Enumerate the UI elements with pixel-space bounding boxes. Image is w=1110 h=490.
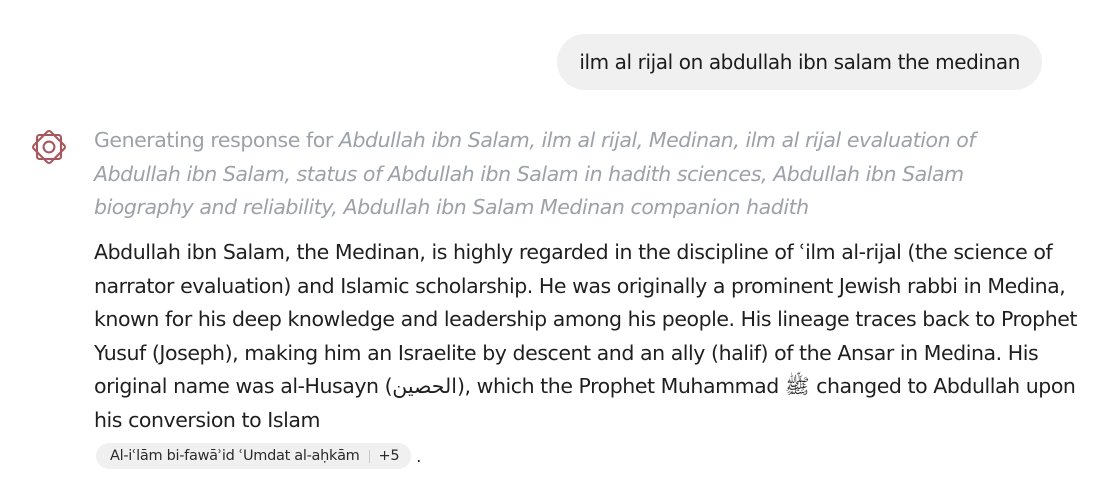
user-message-bubble: ilm al rijal on abdullah ibn salam the m…: [557, 34, 1042, 90]
generating-status: Generating response for Abdullah ibn Sal…: [94, 124, 1034, 225]
citation-divider: [368, 449, 370, 463]
citation-pill[interactable]: Al-iʿlām bi-fawāʾid ʿUmdat al-aḥkām +5: [96, 443, 412, 469]
citation-row: Al-iʿlām bi-fawāʾid ʿUmdat al-aḥkām +5 .: [96, 443, 421, 469]
citation-more-count: +5: [378, 448, 400, 464]
status-prefix: Generating response for: [94, 128, 339, 152]
rosette-logo-icon: [32, 130, 66, 164]
trailing-period: .: [416, 446, 422, 466]
assistant-answer: Abdullah ibn Salam, the Medinan, is high…: [94, 240, 1078, 432]
chat-page: ilm al rijal on abdullah ibn salam the m…: [0, 0, 1110, 490]
citation-source: Al-iʿlām bi-fawāʾid ʿUmdat al-aḥkām: [110, 448, 360, 464]
user-message-text: ilm al rijal on abdullah ibn salam the m…: [579, 50, 1020, 74]
